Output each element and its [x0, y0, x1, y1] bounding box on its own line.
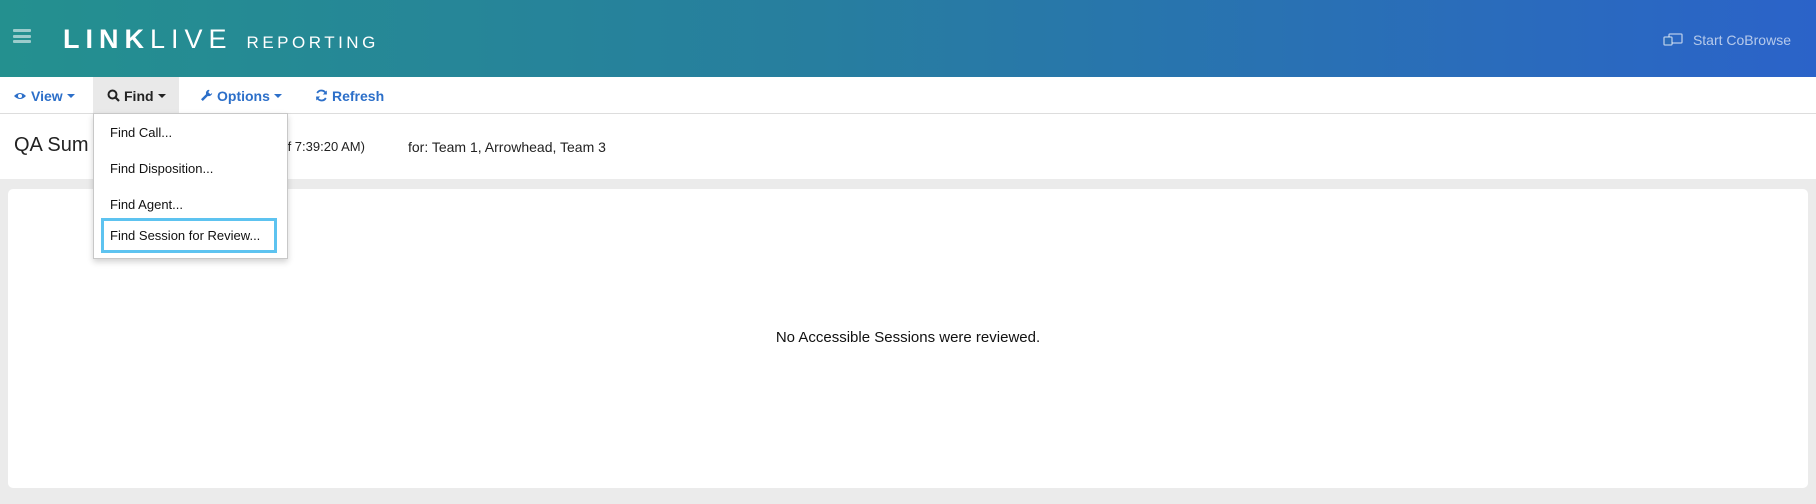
wrench-icon: [201, 89, 213, 101]
logo-reporting-text: REPORTING: [246, 33, 379, 52]
options-menu-label: Options: [217, 87, 270, 104]
app-header: LINK LIVE REPORTING Start CoBrowse: [0, 0, 1816, 77]
empty-state-message: No Accessible Sessions were reviewed.: [775, 329, 1041, 346]
find-dropdown-menu: Find Call... Find Disposition... Find Ag…: [93, 113, 288, 259]
hamburger-menu-icon[interactable]: [13, 29, 31, 43]
report-teams-filter: for: Team 1, Arrowhead, Team 3: [408, 139, 606, 155]
toolbar-menu: View Find Options Refresh: [0, 77, 1816, 114]
refresh-label: Refresh: [332, 87, 385, 104]
caret-down-icon: [66, 93, 75, 98]
view-menu-button[interactable]: View: [13, 77, 75, 114]
caret-down-icon: [157, 93, 166, 98]
logo-link-text: LINK: [63, 24, 150, 54]
cobrowse-label: Start CoBrowse: [1692, 32, 1791, 48]
logo-live-text: LIVE: [150, 24, 233, 54]
find-call-menu-item[interactable]: Find Call...: [110, 125, 172, 140]
app-logo: LINK LIVE REPORTING: [63, 24, 379, 55]
refresh-icon: [316, 89, 327, 102]
eye-icon: [14, 92, 26, 99]
find-session-for-review-menu-item[interactable]: Find Session for Review...: [101, 218, 277, 253]
search-icon: [107, 89, 120, 102]
find-menu-button[interactable]: Find: [93, 77, 179, 114]
find-menu-label: Find: [124, 87, 154, 104]
start-cobrowse-button[interactable]: Start CoBrowse: [1663, 32, 1791, 48]
refresh-button[interactable]: Refresh: [315, 77, 384, 114]
view-menu-label: View: [31, 87, 63, 104]
find-disposition-menu-item[interactable]: Find Disposition...: [110, 161, 213, 176]
caret-down-icon: [273, 93, 282, 98]
find-agent-menu-item[interactable]: Find Agent...: [110, 197, 183, 212]
cobrowse-icon: [1663, 33, 1683, 46]
options-menu-button[interactable]: Options: [200, 77, 282, 114]
page-title: QA Sum: [14, 134, 89, 156]
